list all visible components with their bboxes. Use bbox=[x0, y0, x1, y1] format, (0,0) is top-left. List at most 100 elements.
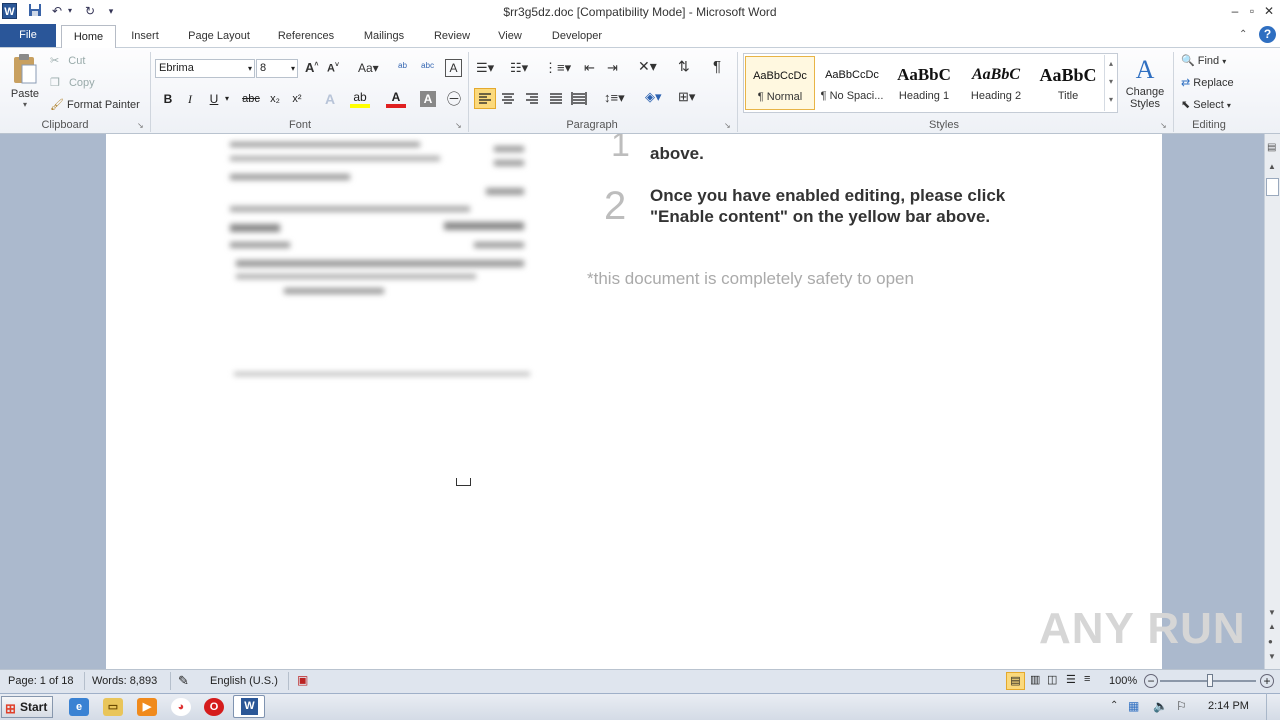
scroll-up-icon[interactable]: ▴ bbox=[1105, 55, 1117, 73]
tab-developer[interactable]: Developer bbox=[544, 24, 610, 48]
start-button[interactable]: ⊞ Start bbox=[1, 696, 53, 718]
show-desktop-button[interactable] bbox=[1266, 693, 1280, 720]
vertical-scrollbar[interactable]: ▤ ▲ ▼ ▲ ● ▼ bbox=[1264, 134, 1280, 669]
media-player-icon[interactable]: ▶ bbox=[137, 698, 157, 716]
change-styles-button[interactable]: A Change Styles bbox=[1122, 54, 1168, 110]
file-explorer-icon[interactable]: ▭ bbox=[103, 698, 123, 716]
font-color-icon[interactable]: A bbox=[386, 90, 406, 108]
zoom-in-icon[interactable]: + bbox=[1260, 674, 1274, 688]
underline-dropdown-icon[interactable]: ▾ bbox=[222, 90, 232, 108]
web-layout-icon[interactable]: ◫ bbox=[1047, 673, 1057, 686]
format-painter-button[interactable]: 🖌 Format Painter bbox=[50, 98, 140, 111]
more-styles-icon[interactable]: ▾ bbox=[1105, 91, 1117, 109]
align-left-button[interactable] bbox=[474, 88, 496, 109]
borders-icon[interactable]: ⊞▾ bbox=[678, 89, 695, 105]
underline-button[interactable]: U bbox=[204, 90, 224, 108]
restore-icon[interactable]: ▫ bbox=[1243, 3, 1261, 19]
distributed-button[interactable] bbox=[569, 89, 589, 111]
next-page-icon[interactable]: ▼ bbox=[1268, 652, 1276, 661]
styles-gallery-scroll[interactable]: ▴ ▾ ▾ bbox=[1104, 55, 1117, 111]
decrease-indent-icon[interactable]: ⇤ bbox=[584, 60, 595, 76]
full-screen-reading-icon[interactable]: ▥ bbox=[1030, 673, 1040, 686]
action-center-flag-icon[interactable]: ⚐ bbox=[1176, 699, 1187, 713]
volume-icon[interactable]: 🔈 bbox=[1153, 699, 1168, 713]
font-size-combo[interactable]: 8 ▾ bbox=[256, 59, 298, 78]
help-icon[interactable]: ? bbox=[1259, 26, 1276, 43]
subscript-button[interactable]: x₂ bbox=[265, 90, 285, 108]
replace-button[interactable]: ⇄ Replace bbox=[1181, 76, 1234, 89]
minimize-icon[interactable]: – bbox=[1226, 3, 1244, 19]
clock[interactable]: 2:14 PM bbox=[1208, 700, 1249, 712]
style-heading-2[interactable]: AaBbC Heading 2 bbox=[961, 56, 1031, 110]
align-center-button[interactable] bbox=[498, 89, 518, 111]
previous-page-icon[interactable]: ▲ bbox=[1268, 622, 1276, 631]
scroll-down-icon[interactable]: ▼ bbox=[1268, 608, 1276, 617]
bold-button[interactable]: B bbox=[158, 90, 178, 108]
clear-formatting-icon[interactable]: ᵃᵇ bbox=[398, 60, 407, 74]
style-heading-1[interactable]: AaBbC Heading 1 bbox=[889, 56, 959, 110]
multilevel-list-icon[interactable]: ⋮≡▾ bbox=[544, 60, 571, 76]
opera-icon[interactable]: O bbox=[204, 698, 224, 716]
zoom-level[interactable]: 100% bbox=[1109, 675, 1137, 687]
tab-home[interactable]: Home bbox=[61, 25, 116, 49]
minimize-ribbon-icon[interactable]: ⌃ bbox=[1239, 29, 1247, 40]
enclose-characters-icon[interactable]: ㊀ bbox=[444, 90, 464, 108]
justify-button[interactable] bbox=[546, 89, 566, 111]
language-indicator[interactable]: English (U.S.) bbox=[210, 675, 278, 687]
clipboard-dialog-launcher-icon[interactable]: ↘ bbox=[137, 121, 144, 130]
style-no-spacing[interactable]: AaBbCcDc ¶ No Spaci... bbox=[817, 56, 887, 110]
paste-button[interactable]: Paste ▾ bbox=[8, 53, 42, 115]
find-button[interactable]: 🔍 Find ▾ bbox=[1181, 54, 1226, 67]
scroll-thumb[interactable] bbox=[1266, 178, 1279, 196]
show-formatting-marks-button[interactable]: ¶ bbox=[713, 58, 721, 75]
sort-icon[interactable]: ⇅ bbox=[678, 58, 690, 75]
network-icon[interactable]: ▦ bbox=[1128, 699, 1139, 713]
word-count[interactable]: Words: 8,893 bbox=[92, 675, 157, 687]
print-layout-view-icon[interactable]: ▤ bbox=[1006, 672, 1025, 690]
copy-button[interactable]: ❐ Copy bbox=[50, 76, 95, 89]
italic-button[interactable]: I bbox=[180, 90, 200, 108]
phonetic-guide-icon[interactable]: ᵃᵇᶜ bbox=[421, 60, 434, 74]
cut-button[interactable]: ✂ Cut bbox=[50, 54, 85, 67]
superscript-button[interactable]: x² bbox=[287, 90, 307, 108]
page-count[interactable]: Page: 1 of 18 bbox=[8, 675, 73, 687]
tab-review[interactable]: Review bbox=[426, 24, 478, 48]
strikethrough-button[interactable]: abc bbox=[239, 90, 263, 108]
chrome-icon[interactable]: ◕ bbox=[171, 698, 191, 716]
close-icon[interactable]: ✕ bbox=[1260, 3, 1278, 19]
shrink-font-icon[interactable]: A˅ bbox=[327, 62, 339, 75]
bullets-icon[interactable]: ☰▾ bbox=[476, 60, 494, 76]
styles-dialog-launcher-icon[interactable]: ↘ bbox=[1160, 121, 1167, 130]
grow-font-icon[interactable]: A˄ bbox=[305, 60, 318, 75]
tab-view[interactable]: View bbox=[492, 24, 528, 48]
document-page[interactable]: 1 above. 2 Once you have enabled editing… bbox=[106, 134, 1245, 669]
taskbar-word-button[interactable]: W bbox=[233, 695, 265, 718]
zoom-slider-thumb[interactable] bbox=[1207, 674, 1213, 687]
ruler-toggle-icon[interactable]: ▤ bbox=[1267, 142, 1276, 153]
internet-explorer-icon[interactable]: e bbox=[69, 698, 89, 716]
select-button[interactable]: ⬉ Select ▾ bbox=[1181, 98, 1231, 111]
scroll-down-icon[interactable]: ▾ bbox=[1105, 73, 1117, 91]
distributed-text-icon[interactable]: ✕▾ bbox=[638, 58, 657, 75]
numbering-icon[interactable]: ☷▾ bbox=[510, 60, 528, 76]
tab-insert[interactable]: Insert bbox=[124, 24, 166, 48]
style-normal[interactable]: AaBbCcDc ¶ Normal bbox=[745, 56, 815, 110]
zoom-out-icon[interactable]: − bbox=[1144, 674, 1158, 688]
character-shading-icon[interactable]: A bbox=[420, 91, 436, 107]
increase-indent-icon[interactable]: ⇥ bbox=[607, 60, 618, 76]
text-effects-icon[interactable]: A bbox=[320, 90, 340, 108]
draft-view-icon[interactable]: ≡ bbox=[1084, 673, 1090, 685]
highlight-icon[interactable]: ab bbox=[350, 90, 370, 108]
font-dialog-launcher-icon[interactable]: ↘ bbox=[455, 121, 462, 130]
style-title[interactable]: AaBbC Title bbox=[1033, 56, 1103, 110]
font-name-combo[interactable]: Ebrima ▾ bbox=[155, 59, 255, 78]
align-right-button[interactable] bbox=[522, 89, 542, 111]
scroll-up-icon[interactable]: ▲ bbox=[1268, 162, 1276, 171]
tab-page-layout[interactable]: Page Layout bbox=[180, 24, 258, 48]
tab-mailings[interactable]: Mailings bbox=[354, 24, 414, 48]
show-hidden-icons-icon[interactable]: ⌃ bbox=[1110, 700, 1118, 711]
proofing-icon[interactable]: ✎ bbox=[178, 673, 189, 689]
line-spacing-icon[interactable]: ↕≡▾ bbox=[604, 90, 625, 106]
macro-recording-icon[interactable]: ▣ bbox=[297, 673, 308, 687]
outline-view-icon[interactable]: ☰ bbox=[1066, 673, 1076, 686]
